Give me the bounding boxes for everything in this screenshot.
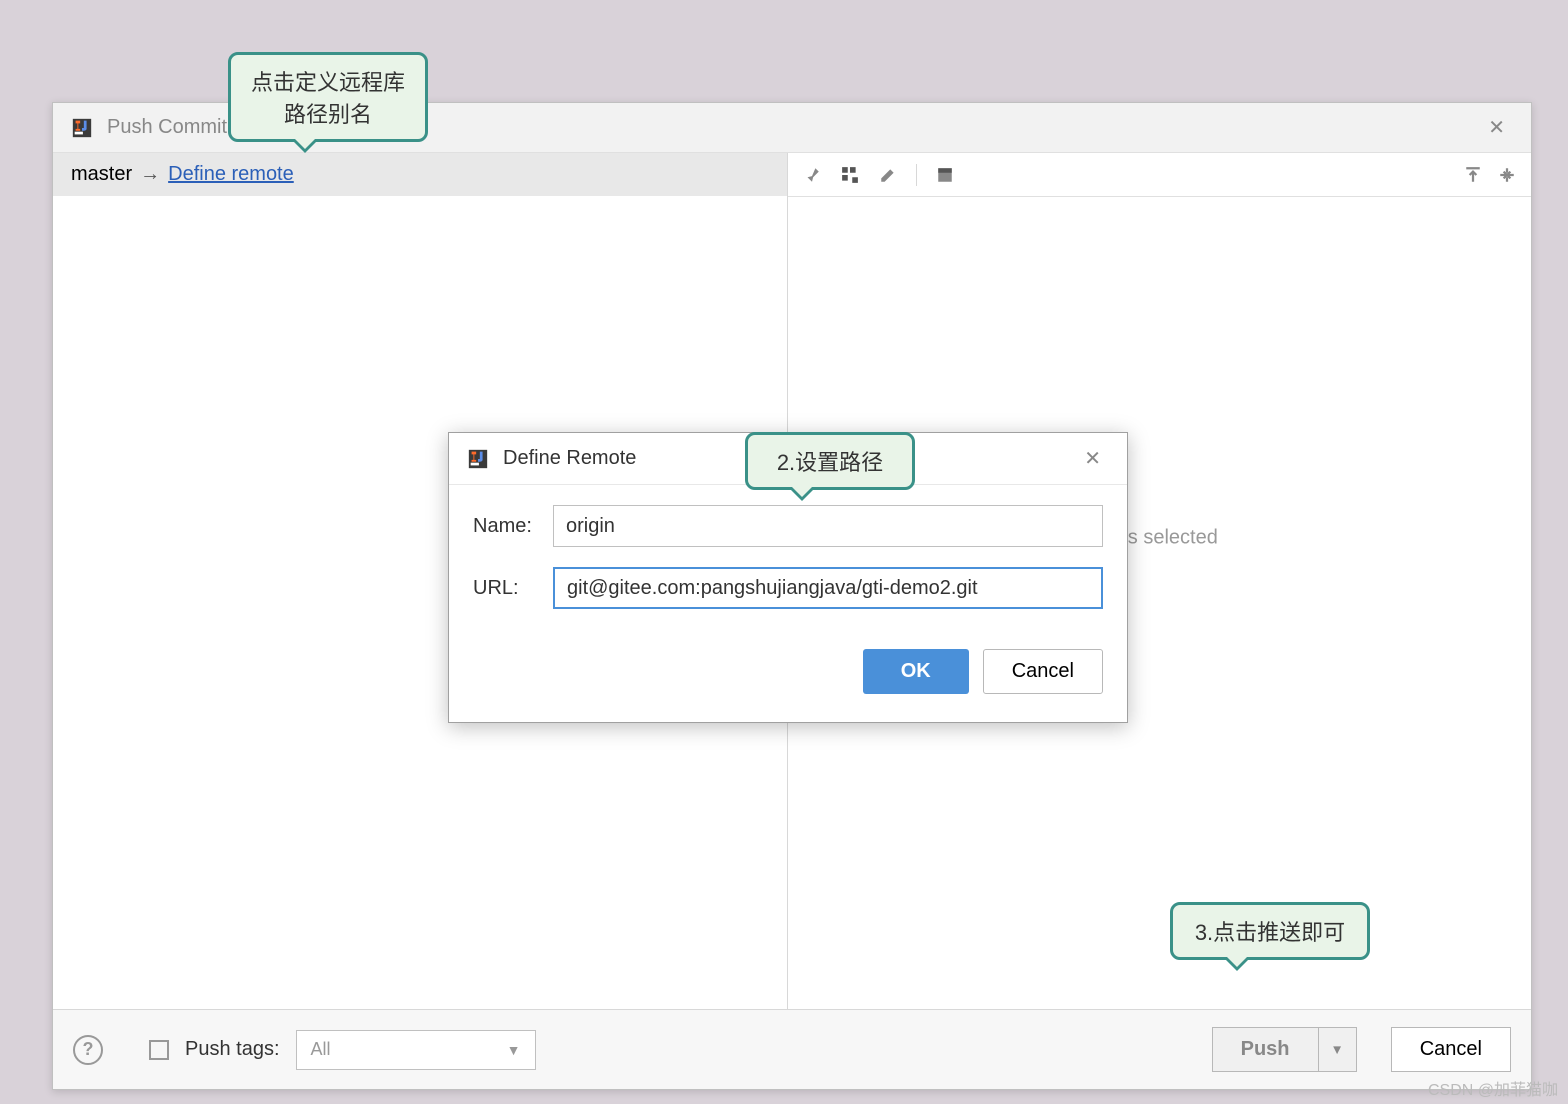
intellij-icon [467,448,489,470]
push-button[interactable]: Push [1212,1027,1319,1072]
push-tags-select[interactable]: All ▼ [296,1030,536,1070]
toolbar [788,153,1531,197]
push-tags-checkbox[interactable] [149,1040,169,1060]
url-input[interactable] [553,567,1103,609]
cancel-button[interactable]: Cancel [983,649,1103,694]
close-icon[interactable]: ✕ [1480,111,1513,144]
branch-name: master [71,163,132,186]
chevron-down-icon: ▼ [507,1042,521,1058]
callout-1-line2: 路径别名 [249,97,407,129]
branch-row: master → Define remote [53,153,787,196]
define-remote-link[interactable]: Define remote [168,163,294,186]
bottom-bar: ? Push tags: All ▼ Push ▼ Cancel [53,1009,1531,1089]
annotation-callout-2: 2.设置路径 [745,432,915,490]
collapse-icon[interactable] [1497,165,1517,185]
push-tags-value: All [311,1039,331,1060]
window-icon[interactable] [935,165,955,185]
remote-body: Name: URL: OK Cancel [449,485,1127,722]
push-dropdown[interactable]: ▼ [1319,1027,1357,1072]
grid-icon[interactable] [840,165,860,185]
arrow-icon: → [140,163,160,186]
pin-icon[interactable] [802,165,822,185]
expand-up-icon[interactable] [1463,165,1483,185]
intellij-icon [71,117,93,139]
dialog-title: Push Commit [107,116,227,139]
annotation-callout-3: 3.点击推送即可 [1170,902,1370,960]
url-label: URL: [473,577,553,600]
edit-icon[interactable] [878,165,898,185]
name-label: Name: [473,515,553,538]
ok-button[interactable]: OK [863,649,969,694]
separator [916,164,917,186]
help-icon[interactable]: ? [73,1035,103,1065]
watermark: CSDN @加菲猫咖 [1428,1076,1558,1100]
remote-dialog-title: Define Remote [503,447,636,470]
name-input[interactable] [553,505,1103,547]
callout-1-line1: 点击定义远程库 [249,65,407,97]
cancel-button[interactable]: Cancel [1391,1027,1511,1072]
push-tags-label: Push tags: [185,1038,280,1061]
close-icon[interactable]: ✕ [1076,442,1109,475]
annotation-callout-1: 点击定义远程库 路径别名 [228,52,428,142]
